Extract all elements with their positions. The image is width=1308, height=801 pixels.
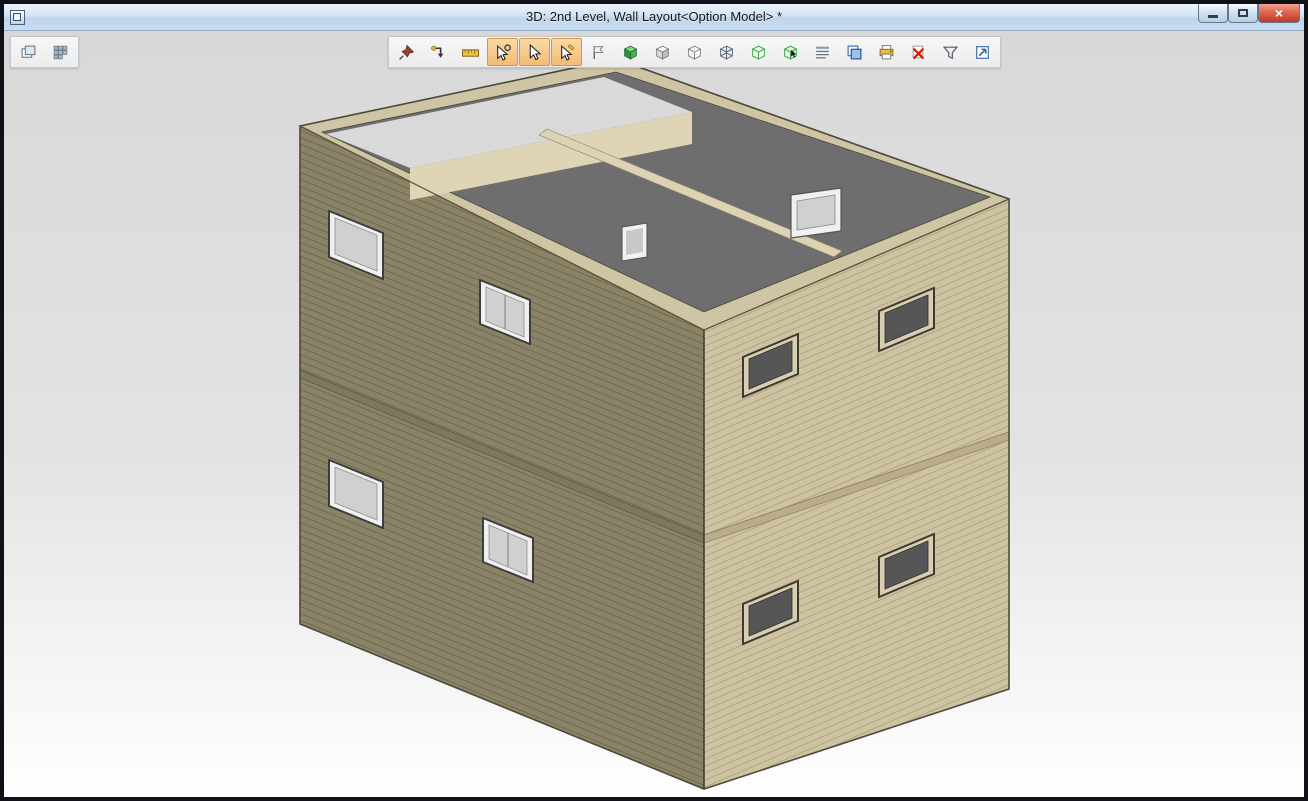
funnel-icon <box>942 44 959 61</box>
view-wireframe-button[interactable] <box>711 38 742 66</box>
printer-icon <box>878 44 895 61</box>
cube-cursor-icon <box>782 44 799 61</box>
layers-button[interactable] <box>839 38 870 66</box>
report-list-button[interactable] <box>807 38 838 66</box>
flag-icon <box>590 44 607 61</box>
cursor-edit-icon <box>558 44 575 61</box>
list-icon <box>814 44 831 61</box>
window-layout-toolbar <box>10 36 79 68</box>
ruler-icon <box>462 44 479 61</box>
close-icon: × <box>1275 5 1283 21</box>
pin-view-button[interactable] <box>391 38 422 66</box>
tile-icon <box>52 44 69 61</box>
cube-wire-icon <box>718 44 735 61</box>
cascade-icon <box>20 44 37 61</box>
delete-button[interactable] <box>903 38 934 66</box>
view-shaded-button[interactable] <box>647 38 678 66</box>
delete-icon <box>910 44 927 61</box>
tape-measure-button[interactable] <box>455 38 486 66</box>
client-area <box>4 31 1304 797</box>
window-controls: × <box>1198 4 1304 30</box>
cube-green-icon <box>622 44 639 61</box>
cursor-icon <box>526 44 543 61</box>
export-icon <box>974 44 991 61</box>
markup-flag-button[interactable] <box>583 38 614 66</box>
cascade-windows-button[interactable] <box>13 38 44 66</box>
cube-shaded-icon <box>654 44 671 61</box>
app-window: 3D: 2nd Level, Wall Layout<Option Model>… <box>0 0 1308 801</box>
pin-corner-icon <box>430 44 447 61</box>
titlebar[interactable]: 3D: 2nd Level, Wall Layout<Option Model>… <box>4 4 1304 31</box>
window-title: 3D: 2nd Level, Wall Layout<Option Model>… <box>4 9 1304 24</box>
minimize-button[interactable] <box>1198 4 1228 23</box>
close-button[interactable]: × <box>1258 4 1300 23</box>
view-outline-button[interactable] <box>743 38 774 66</box>
pin-icon <box>398 44 415 61</box>
layers-icon <box>846 44 863 61</box>
select-3d-button[interactable] <box>775 38 806 66</box>
cube-hidden-icon <box>686 44 703 61</box>
view-solid-button[interactable] <box>615 38 646 66</box>
interior-window-small-glass <box>626 228 643 255</box>
pin-position-button[interactable] <box>423 38 454 66</box>
interior-window-large-glass <box>797 195 835 230</box>
maximize-icon <box>1238 9 1248 17</box>
main-toolbar <box>388 36 1001 68</box>
tile-windows-button[interactable] <box>45 38 76 66</box>
export-view-button[interactable] <box>967 38 998 66</box>
select-circle-button[interactable] <box>487 38 518 66</box>
3d-scene[interactable] <box>4 31 1304 797</box>
select-edit-button[interactable] <box>551 38 582 66</box>
cube-outline-icon <box>750 44 767 61</box>
cursor-circle-icon <box>494 44 511 61</box>
minimize-icon <box>1208 15 1218 18</box>
select-button[interactable] <box>519 38 550 66</box>
print-button[interactable] <box>871 38 902 66</box>
filter-button[interactable] <box>935 38 966 66</box>
view-hidden-line-button[interactable] <box>679 38 710 66</box>
maximize-button[interactable] <box>1228 4 1258 23</box>
app-icon[interactable] <box>10 10 25 25</box>
